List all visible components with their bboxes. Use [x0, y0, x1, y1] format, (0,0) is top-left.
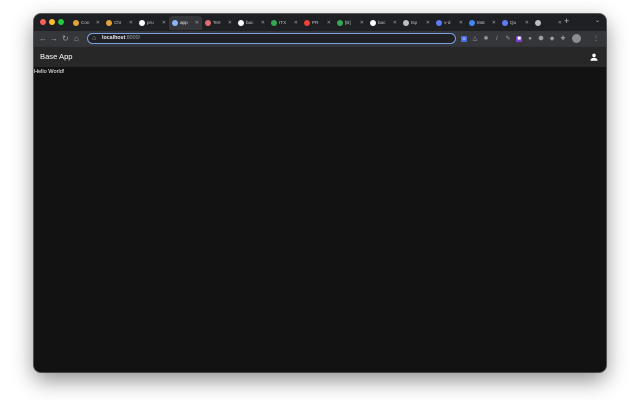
browser-tab[interactable]: ITX ✕ [268, 16, 301, 30]
tab-close-icon[interactable]: ✕ [558, 16, 562, 30]
browser-tab[interactable]: bac ✕ [367, 16, 400, 30]
minimize-window-button[interactable] [49, 19, 55, 25]
tab-close-icon[interactable]: ✕ [459, 16, 463, 30]
url-text[interactable]: localhost:8000/ [102, 34, 140, 43]
chrome-icon [106, 20, 112, 26]
browser-tab[interactable]: bac ✕ [235, 16, 268, 30]
pen-extension-icon[interactable]: ✎ [505, 36, 511, 42]
new-tab-button[interactable]: + [564, 14, 569, 28]
browser-tab[interactable]: app ✕ [169, 16, 202, 30]
tab-close-icon[interactable]: ✕ [162, 16, 166, 30]
tab-title: pru [147, 20, 154, 25]
browser-menu-icon[interactable]: ⋮ [593, 36, 599, 42]
tab-title: Qu [510, 20, 517, 25]
chrome-icon [73, 20, 79, 26]
account-icon[interactable] [589, 52, 599, 62]
tab-close-icon[interactable]: ✕ [327, 16, 331, 30]
tab-title: PR [312, 20, 319, 25]
shield-extension-icon[interactable]: ◆ [549, 36, 555, 42]
browser-tab[interactable]: tsp ✕ [400, 16, 433, 30]
forward-button[interactable]: → [50, 31, 58, 47]
tab-title: Terr [213, 20, 221, 25]
browser-tab[interactable]: pru ✕ [136, 16, 169, 30]
tab-close-icon[interactable]: ✕ [393, 16, 397, 30]
github-icon [238, 20, 244, 26]
vuetify-icon [436, 20, 442, 26]
tab-close-icon[interactable]: ✕ [261, 16, 265, 30]
sheets-icon [337, 20, 343, 26]
tab-title: Chr [114, 20, 122, 25]
hello-text: Hello World! [34, 69, 65, 75]
main-content: Hello World! [34, 67, 606, 372]
vue-devtools-icon[interactable]: △ [472, 36, 478, 42]
browser-toolbar: ← → ↻ ⌂ ⌂ localhost:8000/ G △ ✱ / ✎ ■ ● … [34, 31, 606, 47]
browser-tab[interactable]: PR ✕ [301, 16, 334, 30]
slash-extension-icon[interactable]: / [494, 36, 500, 42]
reload-button[interactable]: ↻ [62, 31, 69, 47]
site-info-icon[interactable]: ⌂ [92, 35, 96, 43]
tab-strip: Con ✕ Chr ✕ pru ✕ app ✕ Terr ✕ bac ✕ ITX ✕ PR ✕ [B] ✕ bac ✕… [34, 14, 606, 31]
hex-extension-icon[interactable]: ⬢ [538, 36, 544, 42]
browser-tab[interactable]: v-d ✕ [433, 16, 466, 30]
browser-tab[interactable]: Qu ✕ [499, 16, 532, 30]
loading-icon [535, 20, 541, 26]
browser-tab[interactable]: Terr ✕ [202, 16, 235, 30]
tab-title: v-d [444, 20, 451, 25]
tab-close-icon[interactable]: ✕ [426, 16, 430, 30]
back-button[interactable]: ← [39, 31, 47, 47]
sheets-icon [271, 20, 277, 26]
browser-tab[interactable]: ✕ [532, 16, 565, 30]
purple-extension-icon[interactable]: ■ [516, 36, 522, 42]
settings-extension-icon[interactable]: ✱ [483, 36, 489, 42]
close-window-button[interactable] [40, 19, 46, 25]
tab-title: bac [246, 20, 254, 25]
browser-tab[interactable]: [B] ✕ [334, 16, 367, 30]
github-icon [370, 20, 376, 26]
browser-tab[interactable]: Mat ✕ [466, 16, 499, 30]
app-bar: Base App [34, 47, 606, 67]
tab-close-icon[interactable]: ✕ [96, 16, 100, 30]
translate-extension-icon[interactable]: G [461, 36, 467, 42]
tab-list: Con ✕ Chr ✕ pru ✕ app ✕ Terr ✕ bac ✕ ITX ✕ PR ✕ [B] ✕ bac ✕… [70, 16, 606, 31]
gmail-icon [304, 20, 310, 26]
compass-icon [403, 20, 409, 26]
maximize-window-button[interactable] [58, 19, 64, 25]
address-bar[interactable]: ⌂ localhost:8000/ [87, 33, 456, 44]
tab-close-icon[interactable]: ✕ [228, 16, 232, 30]
tab-close-icon[interactable]: ✕ [360, 16, 364, 30]
profile-avatar[interactable] [572, 34, 581, 43]
tab-title: bac [378, 20, 386, 25]
browser-window: Con ✕ Chr ✕ pru ✕ app ✕ Terr ✕ bac ✕ ITX ✕ PR ✕ [B] ✕ bac ✕… [34, 14, 606, 372]
tab-close-icon[interactable]: ✕ [492, 16, 496, 30]
tab-title: tsp [411, 20, 418, 25]
puzzle-icon[interactable]: ✚ [560, 36, 566, 42]
circle-extension-icon[interactable]: ● [527, 36, 533, 42]
cloud-icon [172, 20, 178, 26]
app-title: Base App [40, 52, 73, 61]
home-button[interactable]: ⌂ [74, 31, 79, 47]
tab-search-button[interactable]: ⌄ [595, 14, 600, 28]
tab-title: app [180, 20, 188, 25]
tab-close-icon[interactable]: ✕ [525, 16, 529, 30]
tab-close-icon[interactable]: ✕ [294, 16, 298, 30]
tab-title: Mat [477, 20, 485, 25]
tab-close-icon[interactable]: ✕ [195, 16, 199, 30]
tab-close-icon[interactable]: ✕ [129, 16, 133, 30]
tab-title: Con [81, 20, 90, 25]
github-icon [139, 20, 145, 26]
tab-title: ITX [279, 20, 287, 25]
document-icon [205, 20, 211, 26]
browser-tab[interactable]: Chr ✕ [103, 16, 136, 30]
browser-tab[interactable]: Con ✕ [70, 16, 103, 30]
vuetify-icon [502, 20, 508, 26]
tab-title: [B] [345, 20, 351, 25]
docs-icon [469, 20, 475, 26]
